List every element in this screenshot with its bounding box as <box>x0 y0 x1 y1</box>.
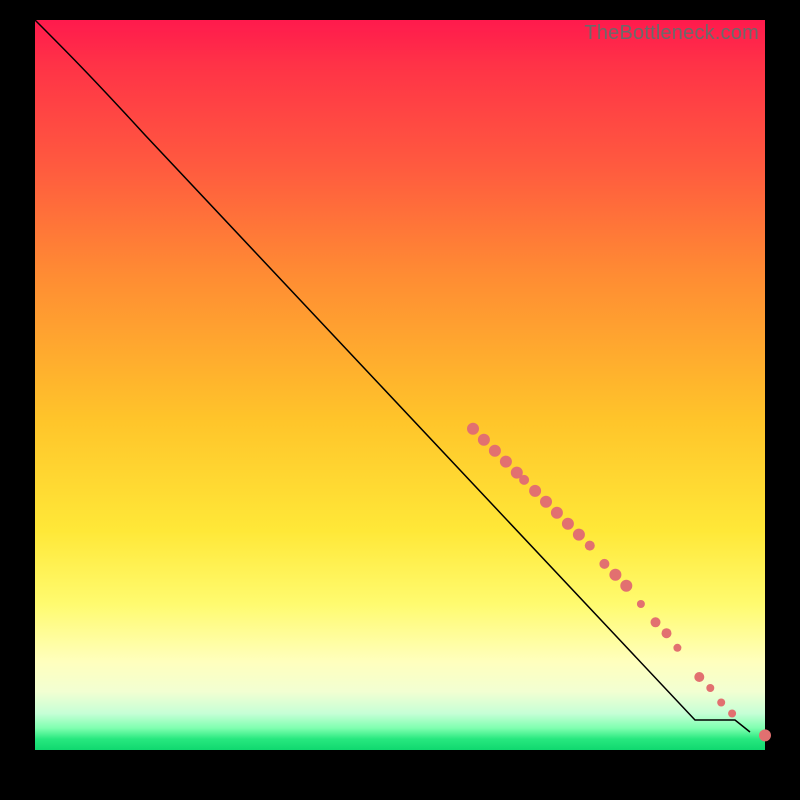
data-point <box>759 729 771 741</box>
data-point <box>728 710 736 718</box>
data-point <box>637 600 645 608</box>
curve-svg <box>35 20 765 750</box>
bottleneck-curve <box>35 20 750 732</box>
data-point <box>540 496 552 508</box>
data-point <box>519 475 529 485</box>
chart-area: TheBottleneck.com <box>35 20 765 750</box>
data-point <box>609 569 621 581</box>
highlight-dots <box>467 423 771 742</box>
data-point <box>573 529 585 541</box>
data-point <box>662 628 672 638</box>
data-point <box>673 644 681 652</box>
data-point <box>651 617 661 627</box>
data-point <box>706 684 714 692</box>
data-point <box>620 580 632 592</box>
data-point <box>467 423 479 435</box>
data-point <box>551 507 563 519</box>
data-point <box>529 485 541 497</box>
data-point <box>585 541 595 551</box>
data-point <box>562 518 574 530</box>
data-point <box>717 699 725 707</box>
data-point <box>489 445 501 457</box>
data-point <box>599 559 609 569</box>
data-point <box>500 456 512 468</box>
data-point <box>694 672 704 682</box>
data-point <box>478 434 490 446</box>
